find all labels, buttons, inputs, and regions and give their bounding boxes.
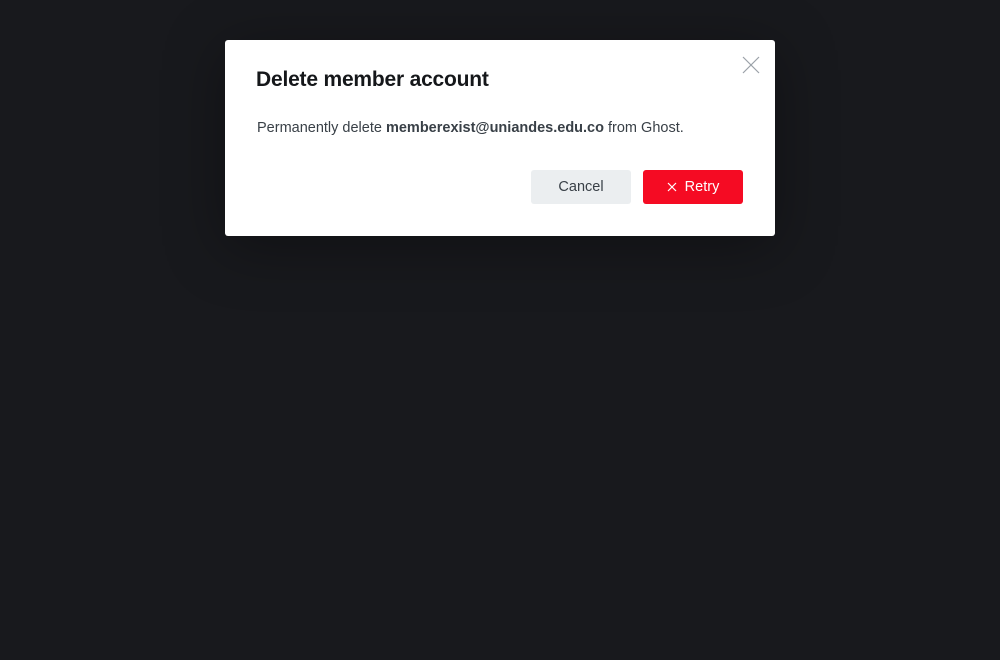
- message-suffix: from Ghost.: [603, 120, 684, 136]
- member-email: memberexist@uniandes.edu.co: [385, 120, 604, 136]
- message-prefix: Permanently delete: [257, 120, 386, 136]
- dialog-message: Permanently delete memberexist@uniandes.…: [257, 120, 684, 136]
- delete-member-dialog: Delete member account Permanently delete…: [225, 40, 775, 236]
- close-icon: [742, 56, 760, 74]
- cancel-button[interactable]: Cancel: [531, 170, 631, 204]
- close-button[interactable]: [741, 55, 761, 75]
- close-icon: [667, 182, 677, 192]
- retry-button[interactable]: Retry: [643, 170, 743, 204]
- dialog-title: Delete member account: [256, 68, 489, 91]
- retry-button-label: Retry: [684, 179, 720, 195]
- dialog-actions: Cancel Retry: [531, 170, 743, 204]
- cancel-button-label: Cancel: [558, 179, 604, 195]
